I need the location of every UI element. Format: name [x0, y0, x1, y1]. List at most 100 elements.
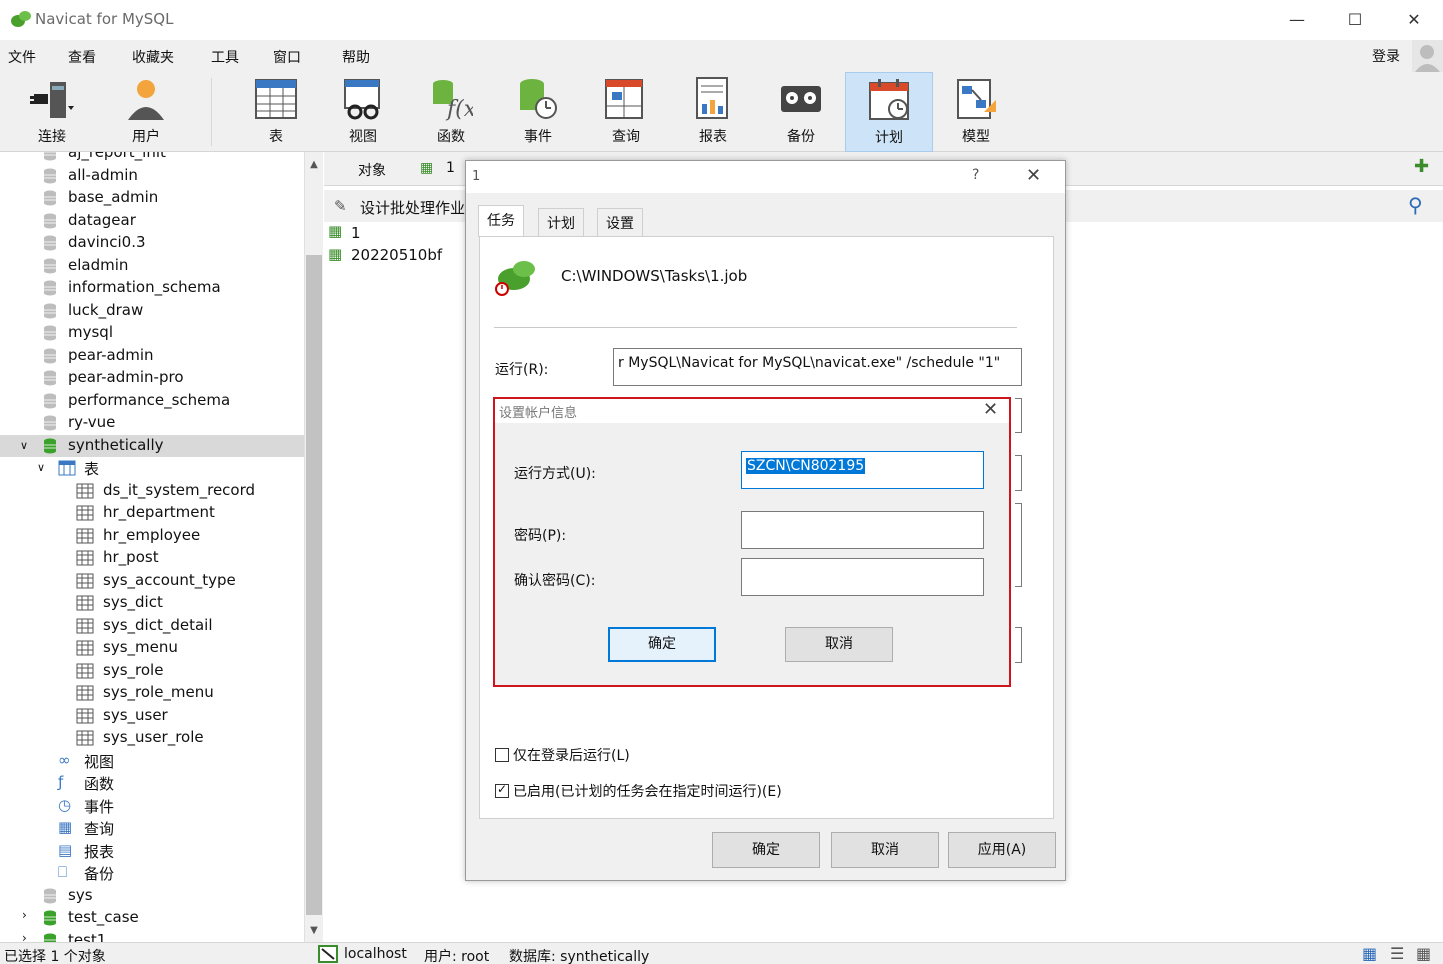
close-window-button[interactable]: ✕: [1402, 8, 1426, 32]
tree-table[interactable]: sys_user_role: [0, 727, 304, 749]
tree-database[interactable]: luck_draw: [0, 300, 304, 322]
tree-database[interactable]: aj_report_init: [0, 152, 304, 164]
enabled-checkbox[interactable]: 已启用(已计划的任务会在指定时间运行)(E): [495, 781, 782, 801]
tree-table[interactable]: ds_it_system_record: [0, 480, 304, 502]
confirm-password-input[interactable]: [741, 558, 984, 596]
tree-tables-group[interactable]: ∨ 表: [0, 457, 304, 479]
tree-object-group[interactable]: ⎕ 备份: [0, 862, 304, 884]
tree-database[interactable]: sys: [0, 885, 304, 907]
new-object-icon[interactable]: ✚: [1414, 156, 1429, 177]
list-item[interactable]: 20220510bf: [351, 246, 442, 264]
database-icon: [44, 910, 56, 926]
toolbar-user-button[interactable]: 用户: [102, 72, 190, 152]
tree-table[interactable]: sys_dict: [0, 592, 304, 614]
tab-task[interactable]: 任务: [478, 205, 524, 237]
tree-database[interactable]: pear-admin-pro: [0, 367, 304, 389]
menu-favorites[interactable]: 收藏夹: [132, 47, 174, 67]
minimize-button[interactable]: —: [1285, 8, 1309, 32]
tree-database[interactable]: mysql: [0, 322, 304, 344]
menu-window[interactable]: 窗口: [273, 47, 301, 67]
list-item[interactable]: 1: [351, 224, 361, 242]
tree-database[interactable]: ry-vue: [0, 412, 304, 434]
tree-object-group[interactable]: ◷ 事件: [0, 795, 304, 817]
tree-item-label: sys_role_menu: [103, 683, 214, 701]
menu-view[interactable]: 查看: [68, 47, 96, 67]
tree-database[interactable]: datagear: [0, 210, 304, 232]
tree-table[interactable]: sys_role: [0, 660, 304, 682]
toolbar-event-button[interactable]: 事件: [494, 72, 582, 152]
table-icon: [76, 528, 94, 543]
tree-database[interactable]: davinci0.3: [0, 232, 304, 254]
tree-database-selected[interactable]: ∨ synthetically: [0, 434, 304, 457]
run-as-input[interactable]: SZCN\CN802195: [741, 451, 984, 489]
tree-database[interactable]: all-admin: [0, 165, 304, 187]
search-icon[interactable]: ⚲: [1408, 193, 1423, 217]
tree-table[interactable]: sys_account_type: [0, 570, 304, 592]
list-view-icon[interactable]: ☰: [1390, 944, 1404, 963]
toolbar-view-button[interactable]: 视图: [319, 72, 407, 152]
tab-schedule[interactable]: 计划: [538, 208, 584, 236]
toolbar-table-button[interactable]: 表: [232, 72, 320, 152]
avatar[interactable]: [1412, 40, 1443, 72]
ok-button[interactable]: 确定: [712, 832, 820, 868]
account-ok-button[interactable]: 确定: [608, 627, 716, 662]
batch-job-icon: ▦: [420, 160, 434, 176]
chevron-right-icon[interactable]: ›: [22, 908, 27, 922]
design-batch-job-button[interactable]: 设计批处理作业: [360, 197, 465, 218]
checkbox-unchecked[interactable]: [495, 748, 509, 762]
toolbar-schedule-button[interactable]: 计划: [845, 72, 933, 152]
menu-file[interactable]: 文件: [8, 47, 36, 67]
checkbox-checked[interactable]: [495, 782, 509, 798]
tree-database[interactable]: pear-admin: [0, 345, 304, 367]
chevron-right-icon[interactable]: ›: [22, 931, 27, 943]
tree-object-group[interactable]: ▤ 报表: [0, 840, 304, 862]
sidebar-scroll-thumb[interactable]: [306, 255, 322, 915]
menu-tools[interactable]: 工具: [211, 47, 239, 67]
account-cancel-button[interactable]: 取消: [785, 627, 893, 662]
tree-object-group[interactable]: ƒ 函数: [0, 772, 304, 794]
tree-table[interactable]: sys_role_menu: [0, 682, 304, 704]
tab-settings[interactable]: 设置: [597, 208, 643, 236]
toolbar-table-label: 表: [269, 129, 283, 145]
run-command-input[interactable]: r MySQL\Navicat for MySQL\navicat.exe" /…: [613, 348, 1022, 386]
toolbar-connect-button[interactable]: 连接: [8, 72, 96, 152]
close-icon[interactable]: ✕: [983, 399, 998, 420]
apply-button[interactable]: 应用(A): [948, 832, 1056, 868]
login-button[interactable]: 登录: [1372, 46, 1400, 66]
run-only-logged-in-checkbox[interactable]: 仅在登录后运行(L): [495, 745, 630, 765]
tab-objects[interactable]: 对象: [358, 160, 386, 180]
detail-view-icon[interactable]: ▦: [1416, 944, 1431, 963]
toolbar-function-button[interactable]: f(x) 函数: [407, 72, 495, 152]
chevron-down-icon[interactable]: ∨: [20, 439, 28, 452]
tree-table[interactable]: sys_user: [0, 705, 304, 727]
help-button[interactable]: ?: [972, 167, 979, 183]
tree-database[interactable]: performance_schema: [0, 390, 304, 412]
tree-database[interactable]: eladmin: [0, 255, 304, 277]
tree-table[interactable]: hr_post: [0, 547, 304, 569]
cancel-button[interactable]: 取消: [831, 832, 939, 868]
tree-object-group[interactable]: ▦ 查询: [0, 817, 304, 839]
tree-table[interactable]: hr_employee: [0, 525, 304, 547]
tree-table[interactable]: hr_department: [0, 502, 304, 524]
tree-table[interactable]: sys_dict_detail: [0, 615, 304, 637]
toolbar-report-button[interactable]: 报表: [669, 72, 757, 152]
tree-database[interactable]: › test1: [0, 930, 304, 943]
scroll-down-icon[interactable]: ▼: [305, 922, 323, 940]
database-icon: [44, 933, 56, 942]
grid-view-icon[interactable]: ▦: [1362, 944, 1377, 963]
toolbar-backup-button[interactable]: 备份: [757, 72, 845, 152]
toolbar-query-button[interactable]: 查询: [582, 72, 670, 152]
tree-database[interactable]: base_admin: [0, 187, 304, 209]
password-input[interactable]: [741, 511, 984, 549]
chevron-down-icon[interactable]: ∨: [37, 461, 45, 474]
tree-object-group[interactable]: ∞ 视图: [0, 750, 304, 772]
menu-help[interactable]: 帮助: [342, 47, 370, 67]
scroll-up-icon[interactable]: ▲: [305, 156, 323, 174]
maximize-button[interactable]: ☐: [1343, 8, 1367, 32]
toolbar-model-button[interactable]: 模型: [932, 72, 1020, 152]
tab-job[interactable]: 1: [446, 160, 455, 176]
close-icon[interactable]: ✕: [1026, 165, 1041, 186]
tree-table[interactable]: sys_menu: [0, 637, 304, 659]
tree-database[interactable]: › test_case: [0, 907, 304, 929]
tree-database[interactable]: information_schema: [0, 277, 304, 299]
